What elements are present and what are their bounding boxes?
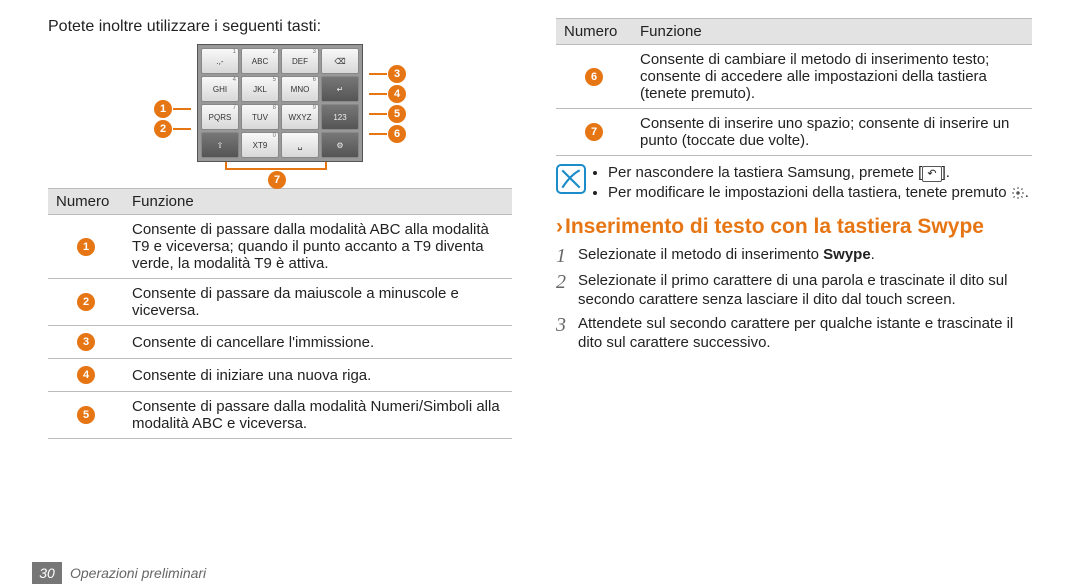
row-callout: 6 xyxy=(585,68,603,86)
note-box: Per nascondere la tastiera Samsung, prem… xyxy=(556,164,1032,203)
keypad-key: ⌫ xyxy=(321,48,359,74)
row-text: Consente di cancellare l'immissione. xyxy=(124,326,512,359)
keypad-callouts-right: 3 4 5 6 xyxy=(369,62,407,144)
keypad-key: ␣ xyxy=(281,132,319,158)
keypad-key: ⇧ xyxy=(201,132,239,158)
th-numero: Numero xyxy=(556,19,632,45)
table-row: 2 Consente di passare da maiuscole a minu… xyxy=(48,279,512,326)
row-text: Consente di passare dalla modalità Numer… xyxy=(124,392,512,439)
row-callout: 1 xyxy=(77,238,95,256)
intro-text: Potete inoltre utilizzare i seguenti tas… xyxy=(48,18,512,36)
row-callout: 4 xyxy=(77,366,95,384)
row-callout: 2 xyxy=(77,293,95,311)
function-table-left: Numero Funzione 1 Consente di passare dal… xyxy=(48,188,512,439)
keypad-callouts-left: 1 2 xyxy=(153,67,191,139)
row-callout: 7 xyxy=(585,123,603,141)
page: Potete inoltre utilizzare i seguenti tas… xyxy=(0,0,1080,560)
right-column: Numero Funzione 6 Consente di cambiare il… xyxy=(540,0,1080,560)
left-column: Potete inoltre utilizzare i seguenti tas… xyxy=(0,0,540,560)
keypad-key: ABC2 xyxy=(241,48,279,74)
keypad-key: GHI4 xyxy=(201,76,239,102)
th-numero: Numero xyxy=(48,189,124,215)
steps: 1Selezionate il metodo di inserimento Sw… xyxy=(556,245,1032,353)
step-body: Attendete sul secondo carattere per qual… xyxy=(578,314,1032,353)
row-text: Consente di cambiare il metodo di inseri… xyxy=(632,45,1032,109)
row-text: Consente di passare da maiuscole a minus… xyxy=(124,279,512,326)
gear-icon xyxy=(1011,186,1025,200)
keypad-figure: 1 2 .,-1ABC2DEF3⌫ GHI4JKL5MNO6↵ PQRS7TUV8W… xyxy=(48,44,512,162)
th-funzione: Funzione xyxy=(632,19,1032,45)
keypad-key: JKL5 xyxy=(241,76,279,102)
step-body: Selezionate il primo carattere di una pa… xyxy=(578,271,1032,310)
function-table-right: Numero Funzione 6 Consente di cambiare il… xyxy=(556,18,1032,156)
table-row: 1 Consente di passare dalla modalità ABC … xyxy=(48,215,512,279)
note-item: Per nascondere la tastiera Samsung, prem… xyxy=(608,164,1029,182)
callout-5: 5 xyxy=(388,105,406,123)
step: 2Selezionate il primo carattere di una p… xyxy=(556,271,1032,310)
table-row: 5 Consente di passare dalla modalità Nume… xyxy=(48,392,512,439)
keypad-key: TUV8 xyxy=(241,104,279,130)
th-funzione: Funzione xyxy=(124,189,512,215)
callout-2: 2 xyxy=(154,120,172,138)
note-icon xyxy=(556,164,586,194)
page-number: 30 xyxy=(32,562,62,584)
step-number: 2 xyxy=(556,271,578,293)
callout-4: 4 xyxy=(388,85,406,103)
callout-6: 6 xyxy=(388,125,406,143)
row-text: Consente di iniziare una nuova riga. xyxy=(124,359,512,392)
section-title: ›Inserimento di testo con la tastiera Sw… xyxy=(556,215,1032,239)
keypad-container: .,-1ABC2DEF3⌫ GHI4JKL5MNO6↵ PQRS7TUV8WXYZ9… xyxy=(197,44,363,162)
step: 3Attendete sul secondo carattere per qua… xyxy=(556,314,1032,353)
keypad-key: .,-1 xyxy=(201,48,239,74)
table-row: 4 Consente di iniziare una nuova riga. xyxy=(48,359,512,392)
keypad-key: ↵ xyxy=(321,76,359,102)
back-icon: ↶ xyxy=(922,166,941,182)
callout-1: 1 xyxy=(154,100,172,118)
callout-7: 7 xyxy=(268,171,286,189)
keypad-key: XT90 xyxy=(241,132,279,158)
row-callout: 5 xyxy=(77,406,95,424)
keypad-key: MNO6 xyxy=(281,76,319,102)
footer: 30 Operazioni preliminari xyxy=(0,560,1080,586)
row-callout: 3 xyxy=(77,333,95,351)
keypad-key: 123 xyxy=(321,104,359,130)
table-row: 3 Consente di cancellare l'immissione. xyxy=(48,326,512,359)
step: 1Selezionate il metodo di inserimento Sw… xyxy=(556,245,1032,267)
row-text: Consente di passare dalla modalità ABC a… xyxy=(124,215,512,279)
footer-section: Operazioni preliminari xyxy=(70,565,206,581)
chevron-right-icon: › xyxy=(556,215,563,239)
keypad: .,-1ABC2DEF3⌫ GHI4JKL5MNO6↵ PQRS7TUV8WXYZ9… xyxy=(197,44,363,162)
note-text: Per nascondere la tastiera Samsung, prem… xyxy=(594,164,1029,203)
callout-3: 3 xyxy=(388,65,406,83)
table-row: 6 Consente di cambiare il metodo di inser… xyxy=(556,45,1032,109)
row-text: Consente di inserire uno spazio; consent… xyxy=(632,109,1032,156)
keypad-key: PQRS7 xyxy=(201,104,239,130)
note-item: Per modificare le impostazioni della tas… xyxy=(608,184,1029,201)
keypad-key: DEF3 xyxy=(281,48,319,74)
keypad-key: ⚙ xyxy=(321,132,359,158)
step-number: 3 xyxy=(556,314,578,336)
table-row: 7 Consente di inserire uno spazio; consen… xyxy=(556,109,1032,156)
step-body: Selezionate il metodo di inserimento Swy… xyxy=(578,245,875,265)
step-number: 1 xyxy=(556,245,578,267)
keypad-key: WXYZ9 xyxy=(281,104,319,130)
